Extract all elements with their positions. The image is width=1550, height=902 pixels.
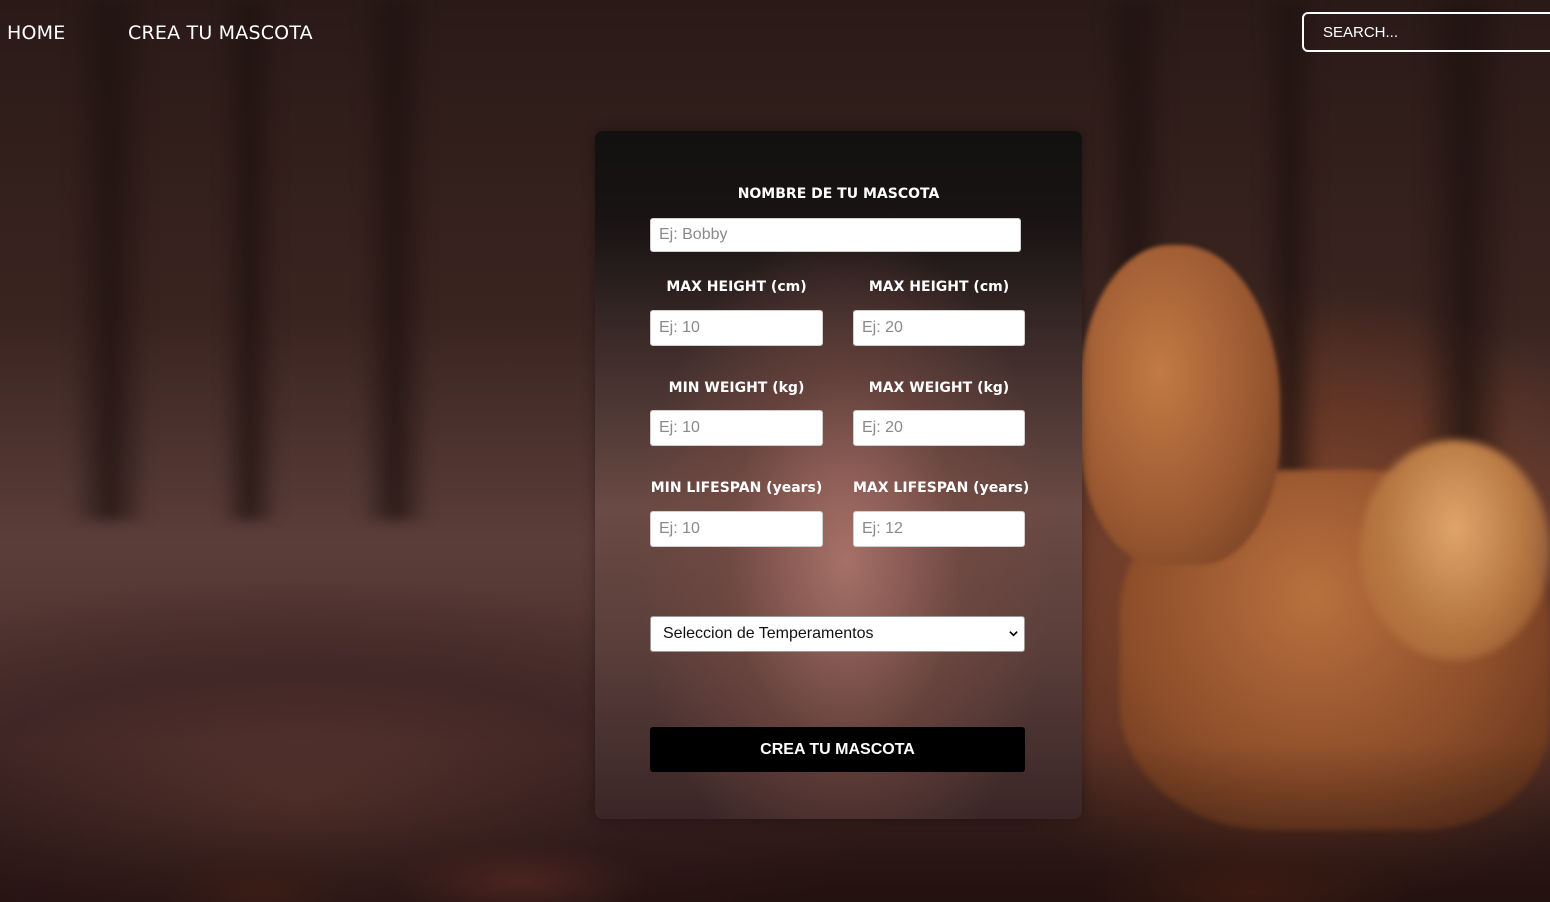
create-pet-button[interactable]: CREA TU MASCOTA	[650, 727, 1025, 772]
max-height-label: MAX HEIGHT (cm)	[868, 279, 1010, 295]
max-lifespan-input[interactable]	[853, 511, 1025, 547]
nav-home-link[interactable]: HOME	[7, 22, 65, 44]
max-lifespan-label: MAX LIFESPAN (years)	[853, 480, 1030, 496]
min-height-input[interactable]	[650, 310, 823, 346]
min-weight-input[interactable]	[650, 410, 823, 446]
min-height-label: MAX HEIGHT (cm)	[666, 279, 807, 295]
name-input[interactable]	[650, 218, 1021, 252]
max-weight-label: MAX WEIGHT (kg)	[868, 380, 1010, 396]
min-lifespan-input[interactable]	[650, 511, 823, 547]
nav-create-pet-link[interactable]: CREA TU MASCOTA	[128, 22, 313, 44]
max-weight-input[interactable]	[853, 410, 1025, 446]
min-weight-label: MIN WEIGHT (kg)	[668, 380, 805, 396]
temperament-select-value: Seleccion de Temperamentos	[663, 625, 874, 642]
temperament-select[interactable]: Seleccion de Temperamentos	[650, 616, 1025, 652]
search-input[interactable]	[1302, 12, 1550, 52]
top-navigation: HOME CREA TU MASCOTA	[0, 0, 1550, 66]
max-height-input[interactable]	[853, 310, 1025, 346]
page: HOME CREA TU MASCOTA NOMBRE DE TU MASCOT…	[0, 0, 1550, 902]
chevron-down-icon	[1009, 631, 1018, 637]
name-label: NOMBRE DE TU MASCOTA	[737, 186, 940, 202]
min-lifespan-label: MIN LIFESPAN (years)	[650, 480, 823, 496]
